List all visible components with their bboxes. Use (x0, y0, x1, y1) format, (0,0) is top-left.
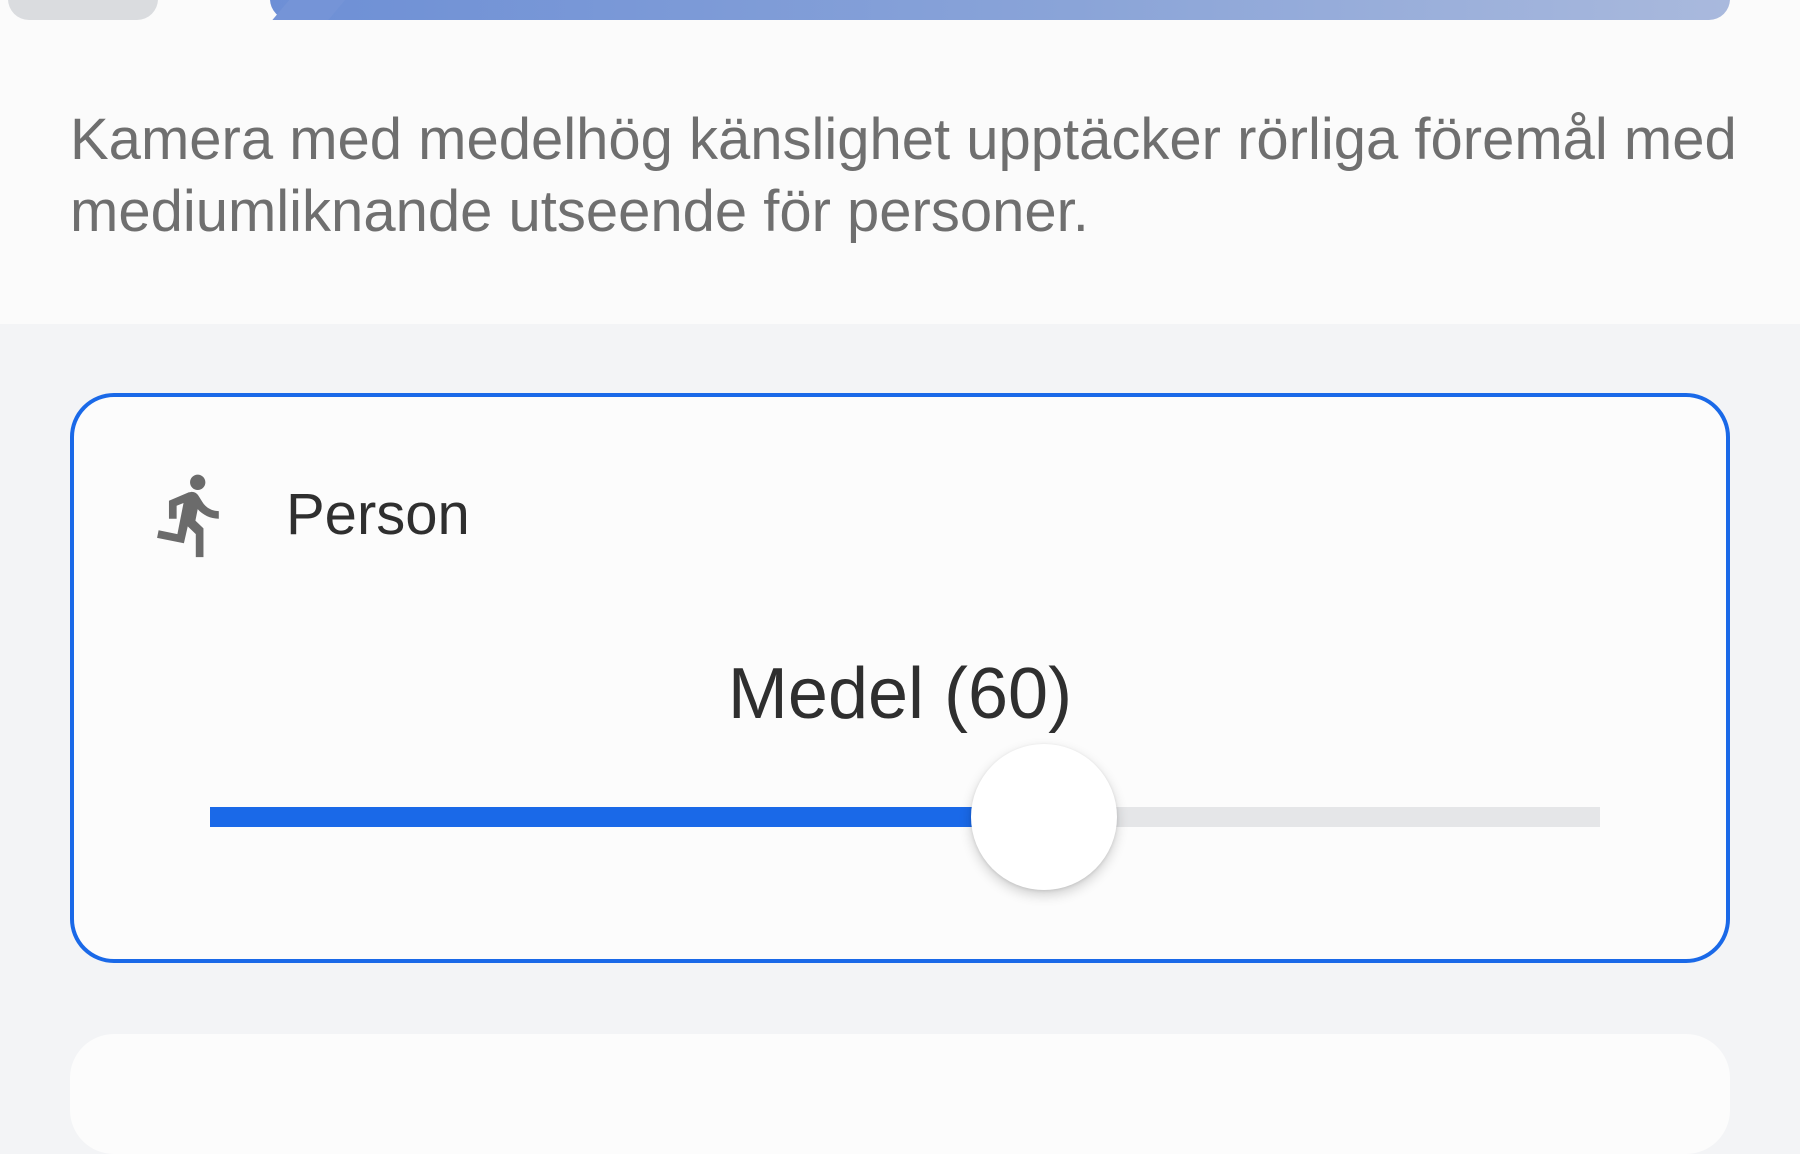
slider-thumb[interactable] (971, 744, 1117, 890)
top-section: Kamera med medelhög känslighet upptäcker… (0, 0, 1800, 324)
sensitivity-value-label: Medel (60) (727, 654, 1073, 734)
person-sensitivity-card: Person Medel (60) (70, 393, 1730, 963)
sensitivity-slider[interactable] (210, 744, 1600, 890)
sensitivity-mode-selector[interactable] (0, 0, 1800, 22)
running-person-icon (157, 474, 219, 558)
sensitivity-description: Kamera med medelhög känslighet upptäcker… (70, 107, 1737, 244)
next-sensitivity-card (70, 1034, 1730, 1154)
mode-option-selected[interactable] (270, 0, 1730, 20)
mode-option-low[interactable] (8, 0, 158, 20)
slider-fill (210, 807, 1044, 827)
person-title: Person (286, 482, 470, 547)
